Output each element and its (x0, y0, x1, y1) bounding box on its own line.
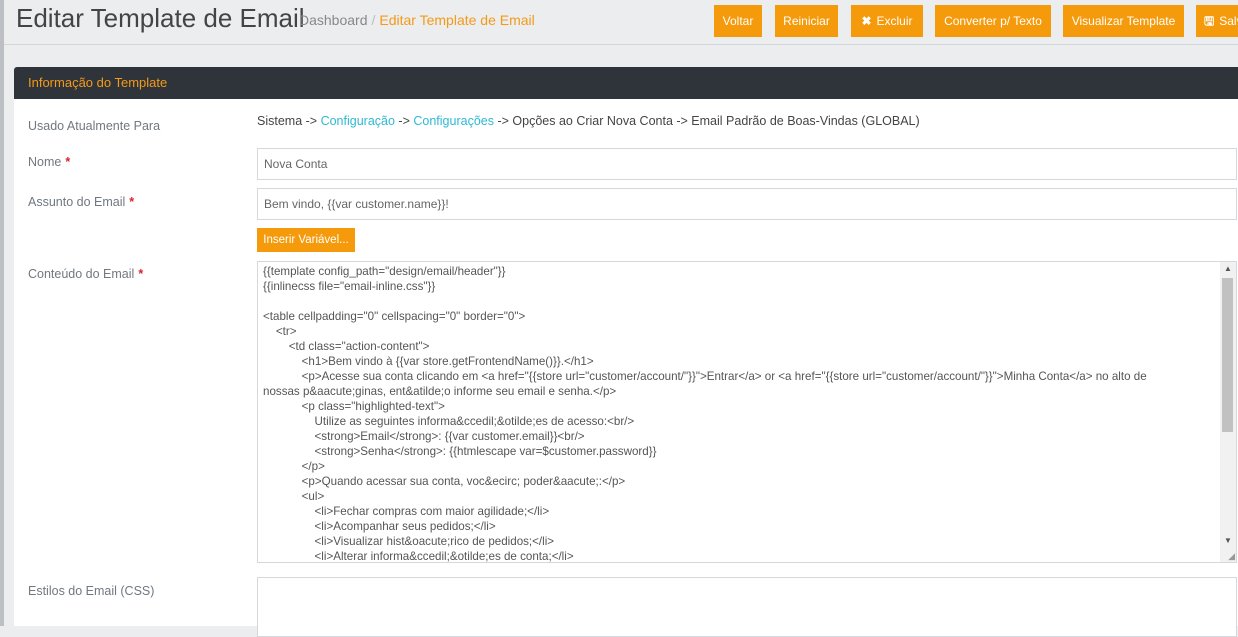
subject-input[interactable] (257, 188, 1237, 220)
code-line: <p>Acesse sua conta clicando em <a href=… (263, 370, 1147, 383)
breadcrumb: Dashboard / Editar Template de Email (299, 12, 535, 28)
code-line: <tr> (263, 325, 297, 338)
back-button[interactable]: Voltar (714, 5, 762, 37)
content-label-text: Conteúdo do Email (28, 267, 135, 281)
required-marker: * (138, 267, 144, 281)
breadcrumb-separator: / (371, 12, 376, 28)
page-header: Editar Template de Email Dashboard / Edita… (4, 0, 1238, 45)
code-line: <p class="highlighted-text"> (263, 400, 445, 413)
code-line: </p> (263, 460, 325, 473)
name-input[interactable] (257, 148, 1237, 180)
code-line: <strong>Email</strong>: {{var customer.e… (263, 430, 585, 443)
code-line: <li>Visualizar hist&oacute;rico de pedid… (263, 535, 555, 548)
breadcrumb-current: Editar Template de Email (379, 12, 535, 28)
code-line: nossas p&aacute;ginas, ent&atilde;o info… (263, 385, 617, 398)
delete-button-label: Excluir (876, 14, 913, 28)
code-line: <p>Quando acessar sua conta, voc&ecirc; … (263, 475, 626, 488)
scrollbar-thumb[interactable] (1222, 278, 1233, 432)
content-label: Conteúdo do Email * (28, 267, 143, 281)
panel-header: Informação do Template (14, 67, 1238, 99)
code-line: <li>Acompanhar seus pedidos;</li> (263, 520, 496, 533)
subject-label-text: Assunto do Email (28, 195, 126, 209)
name-label-text: Nome (28, 155, 62, 169)
code-line: <table cellpadding="0" cellspacing="0" b… (263, 310, 526, 323)
code-line: {{inlinecss file="email-inline.css"}} (263, 280, 436, 293)
subject-label: Assunto do Email * (28, 195, 134, 209)
used-for-path: Sistema -> Configuração -> Configurações… (257, 114, 920, 128)
reset-button[interactable]: Reiniciar (775, 5, 838, 37)
email-styles-editor[interactable] (257, 577, 1237, 637)
code-line: <li>Alterar informa&ccedil;&otilde;es de… (263, 550, 574, 563)
required-marker: * (129, 195, 135, 209)
path-prefix: Sistema -> (257, 114, 318, 128)
path-suffix: -> Opções ao Criar Nova Conta -> Email P… (497, 114, 920, 128)
name-label: Nome * (28, 155, 70, 169)
path-separator: -> (398, 114, 410, 128)
floppy-disk-icon: 🖫 (1204, 14, 1215, 28)
code-line: {{template config_path="design/email/hea… (263, 265, 506, 278)
back-button-label: Voltar (722, 14, 754, 28)
required-marker: * (65, 155, 71, 169)
preview-button-label: Visualizar Template (1071, 14, 1176, 28)
code-line: <ul> (263, 490, 325, 503)
used-for-label: Usado Atualmente Para (28, 119, 161, 133)
close-icon: ✖ (861, 14, 872, 28)
configuration-link[interactable]: Configuração (321, 114, 395, 128)
code-line: <td class="action-content"> (263, 340, 430, 353)
resize-handle-icon[interactable]: ◢ (1225, 551, 1235, 561)
code-line: Utilize as seguintes informa&ccedil;&oti… (263, 415, 635, 428)
settings-link[interactable]: Configurações (413, 114, 494, 128)
editor-scrollbar[interactable]: ▲ ▼ (1220, 262, 1236, 562)
reset-button-label: Reiniciar (783, 14, 830, 28)
email-content-editor[interactable]: {{template config_path="design/email/hea… (257, 261, 1237, 563)
preview-template-button[interactable]: Visualizar Template (1063, 5, 1184, 37)
breadcrumb-dashboard-link[interactable]: Dashboard (299, 12, 368, 28)
insert-variable-button[interactable]: Inserir Variável... (257, 228, 355, 252)
save-template-button[interactable]: 🖫 Salvar Template (1196, 5, 1238, 37)
code-line: <h1>Bem vindo à {{var store.getFrontendN… (263, 355, 594, 368)
scroll-down-arrow-icon[interactable]: ▼ (1220, 534, 1236, 548)
styles-label: Estilos do Email (CSS) (28, 584, 155, 598)
save-button-label: Salvar Template (1219, 14, 1238, 28)
email-content-text: {{template config_path="design/email/hea… (263, 264, 1213, 563)
page-title: Editar Template de Email (16, 3, 305, 33)
delete-button[interactable]: ✖ Excluir (851, 5, 923, 37)
convert-button-label: Converter p/ Texto (944, 14, 1042, 28)
convert-to-text-button[interactable]: Converter p/ Texto (935, 5, 1051, 37)
scroll-up-arrow-icon[interactable]: ▲ (1220, 262, 1236, 276)
left-sidebar-edge (0, 0, 4, 626)
code-line: <li>Fechar compras com maior agilidade;<… (263, 505, 550, 518)
code-line: <strong>Senha</strong>: {{htmlescape var… (263, 445, 657, 458)
